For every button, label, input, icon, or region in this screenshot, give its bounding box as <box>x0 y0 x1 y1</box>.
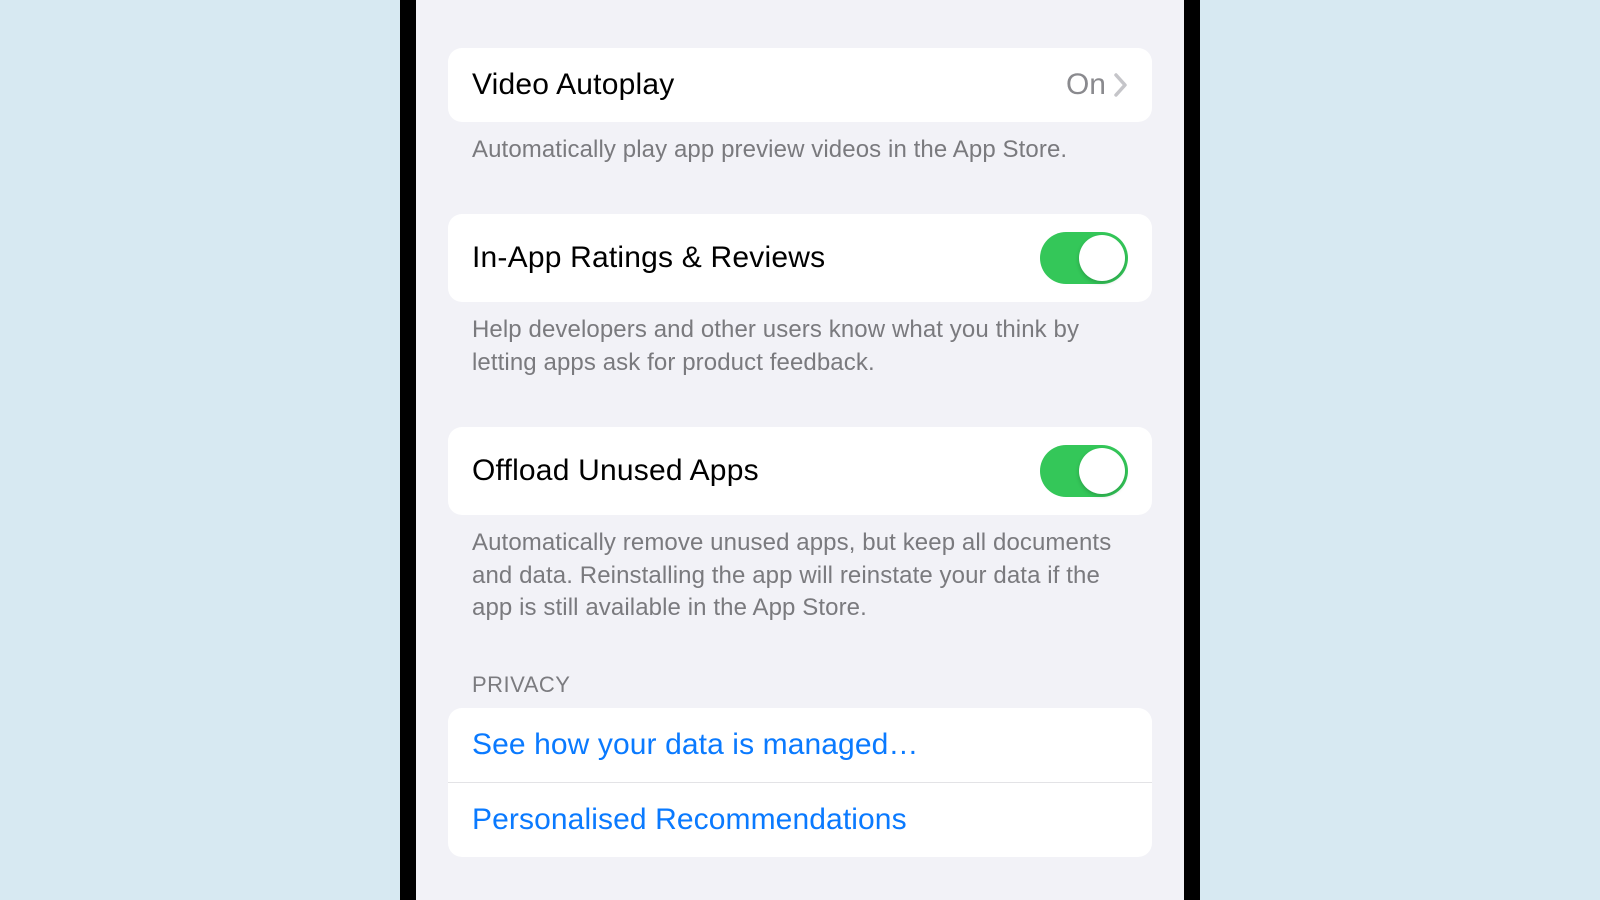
offload-unused-label: Offload Unused Apps <box>472 454 759 488</box>
video-autoplay-group: Video Autoplay On Automatically play app… <box>448 48 1152 166</box>
data-managed-link[interactable]: See how your data is managed… <box>448 708 1152 782</box>
video-autoplay-value: On <box>1066 68 1106 102</box>
offload-unused-row: Offload Unused Apps <box>448 427 1152 515</box>
in-app-ratings-caption: Help developers and other users know wha… <box>448 302 1152 379</box>
device-frame: Video Autoplay On Automatically play app… <box>400 0 1200 900</box>
video-autoplay-row[interactable]: Video Autoplay On <box>448 48 1152 122</box>
in-app-ratings-label: In-App Ratings & Reviews <box>472 241 825 275</box>
offload-unused-group: Offload Unused Apps Automatically remove… <box>448 427 1152 624</box>
in-app-ratings-group: In-App Ratings & Reviews Help developers… <box>448 214 1152 379</box>
personalised-recommendations-link[interactable]: Personalised Recommendations <box>448 782 1152 857</box>
privacy-link-list: See how your data is managed… Personalis… <box>448 708 1152 857</box>
video-autoplay-right: On <box>1066 68 1128 102</box>
chevron-right-icon <box>1114 73 1128 97</box>
toggle-knob <box>1079 448 1125 494</box>
settings-screen: Video Autoplay On Automatically play app… <box>416 0 1184 900</box>
privacy-header: PRIVACY <box>448 624 1152 708</box>
video-autoplay-label: Video Autoplay <box>472 68 674 102</box>
toggle-knob <box>1079 235 1125 281</box>
in-app-ratings-row: In-App Ratings & Reviews <box>448 214 1152 302</box>
in-app-ratings-toggle[interactable] <box>1040 232 1128 284</box>
video-autoplay-caption: Automatically play app preview videos in… <box>448 122 1152 166</box>
privacy-section: PRIVACY See how your data is managed… Pe… <box>448 624 1152 857</box>
offload-unused-caption: Automatically remove unused apps, but ke… <box>448 515 1152 624</box>
offload-unused-toggle[interactable] <box>1040 445 1128 497</box>
